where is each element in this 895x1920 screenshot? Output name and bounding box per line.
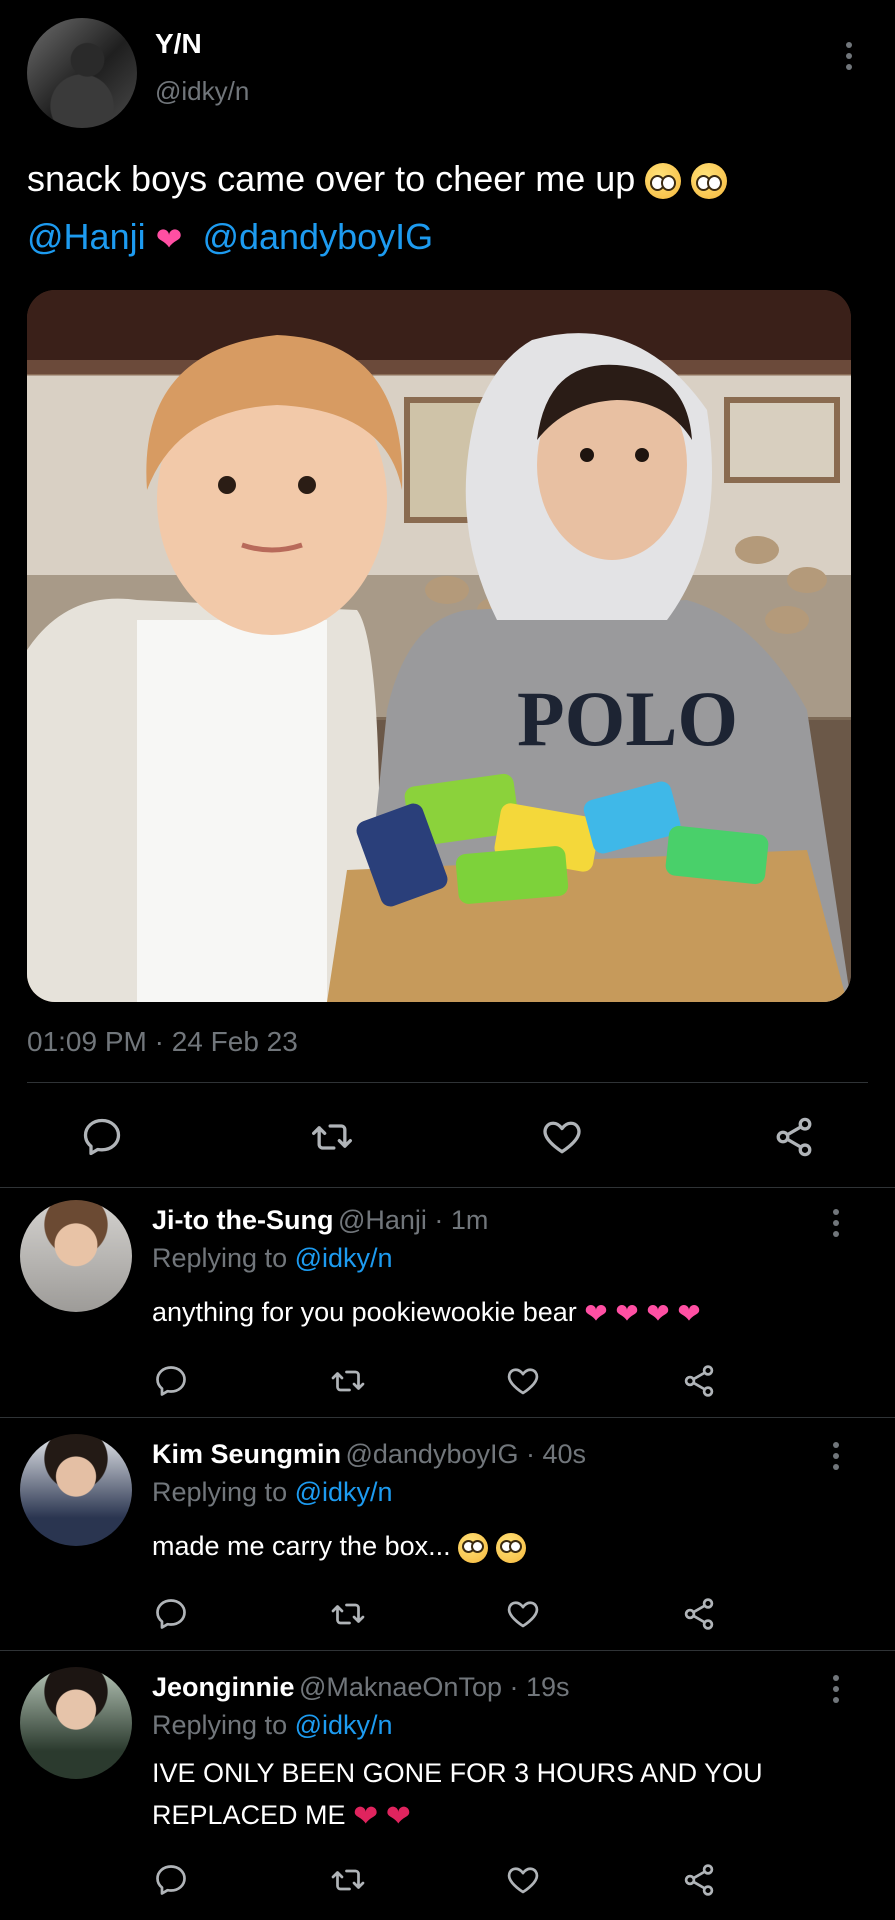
reply-body-line-2: REPLACED ME ❤ ❤ xyxy=(152,1794,763,1838)
replying-mention[interactable]: @idky/n xyxy=(295,1710,393,1740)
mention-dandyboyig[interactable]: @dandyboyIG xyxy=(202,216,433,257)
heart-icon xyxy=(540,1115,584,1159)
reply-button[interactable] xyxy=(150,1859,192,1901)
retweet-icon xyxy=(330,1862,366,1898)
share-button[interactable] xyxy=(678,1859,720,1901)
retweet-icon xyxy=(330,1363,366,1399)
pink-heart-icon: ❤ xyxy=(615,1297,639,1329)
retweet-button[interactable] xyxy=(327,1360,369,1402)
pink-heart-icon: ❤ xyxy=(584,1297,608,1329)
like-button[interactable] xyxy=(502,1859,544,1901)
tweet-photo[interactable]: POLO xyxy=(27,290,851,1002)
divider xyxy=(0,1417,895,1418)
retweet-button[interactable] xyxy=(327,1859,369,1901)
reply-text: IVE ONLY BEEN GONE FOR 3 HOURS AND YOU R… xyxy=(152,1752,763,1838)
replying-label: Replying to xyxy=(152,1477,288,1507)
reply-author-name[interactable]: Ji-to the-Sung xyxy=(152,1205,333,1235)
replying-label: Replying to xyxy=(152,1243,288,1273)
divider xyxy=(0,1650,895,1651)
retweet-icon xyxy=(310,1115,354,1159)
reply-author-name[interactable]: Jeonginnie xyxy=(152,1672,295,1702)
tweet-body: snack boys came over to cheer me up xyxy=(27,158,636,199)
heart-icon xyxy=(505,1363,541,1399)
reply-header: Kim Seungmin @dandyboyIG · 40s xyxy=(152,1439,586,1470)
reply-author-handle[interactable]: @dandyboyIG · 40s xyxy=(345,1439,586,1469)
reply-header: Jeonginnie @MaknaeOnTop · 19s xyxy=(152,1672,570,1703)
broken-heart-icon: ❤ xyxy=(353,1799,379,1833)
more-dots-icon[interactable] xyxy=(846,42,854,70)
share-icon xyxy=(681,1862,717,1898)
reply-avatar[interactable] xyxy=(20,1434,132,1546)
pink-heart-icon: ❤ xyxy=(677,1297,701,1329)
tweet-mentions: @Hanji ❤ @dandyboyIG xyxy=(27,208,433,268)
comment-icon xyxy=(153,1363,189,1399)
share-button[interactable] xyxy=(678,1360,720,1402)
divider xyxy=(0,1187,895,1188)
share-icon xyxy=(772,1115,816,1159)
pink-heart-icon: ❤ xyxy=(646,1297,670,1329)
comment-icon xyxy=(153,1862,189,1898)
reply-author-handle[interactable]: @Hanji · 1m xyxy=(338,1205,488,1235)
broken-heart-icon: ❤ xyxy=(385,1799,411,1833)
reply-avatar[interactable] xyxy=(20,1200,132,1312)
replying-label: Replying to xyxy=(152,1710,288,1740)
share-icon xyxy=(681,1596,717,1632)
eye-roll-face-icon xyxy=(495,1532,526,1563)
author-name[interactable]: Y/N xyxy=(155,28,202,60)
comment-icon xyxy=(153,1596,189,1632)
author-handle[interactable]: @idky/n xyxy=(155,76,249,107)
more-dots-icon[interactable] xyxy=(833,1442,841,1470)
more-dots-icon[interactable] xyxy=(833,1209,841,1237)
reply-button[interactable] xyxy=(78,1113,126,1161)
author-avatar[interactable] xyxy=(27,18,137,128)
tweet-timestamp: 01:09 PM · 24 Feb 23 xyxy=(27,1026,298,1057)
pleading-face-icon xyxy=(691,163,728,200)
like-button[interactable] xyxy=(502,1593,544,1635)
mention-hanji[interactable]: @Hanji xyxy=(27,216,146,257)
reply-body-line-2-text: REPLACED ME xyxy=(152,1800,346,1830)
eye-roll-face-icon xyxy=(458,1532,489,1563)
retweet-icon xyxy=(330,1596,366,1632)
reply-text: anything for you pookiewookie bear ❤ ❤ ❤… xyxy=(152,1291,701,1335)
retweet-button[interactable] xyxy=(327,1593,369,1635)
reply-author-name[interactable]: Kim Seungmin xyxy=(152,1439,341,1469)
replying-to: Replying to @idky/n xyxy=(152,1477,393,1508)
reply-header: Ji-to the-Sung @Hanji · 1m xyxy=(152,1205,488,1236)
share-icon xyxy=(681,1363,717,1399)
reply-text: made me carry the box... xyxy=(152,1525,526,1567)
pink-heart-icon: ❤ xyxy=(155,221,183,258)
like-button[interactable] xyxy=(502,1360,544,1402)
retweet-button[interactable] xyxy=(308,1113,356,1161)
heart-icon xyxy=(505,1596,541,1632)
share-button[interactable] xyxy=(770,1113,818,1161)
photo-illustration: POLO xyxy=(27,290,851,1002)
replying-mention[interactable]: @idky/n xyxy=(295,1477,393,1507)
reply-body-line-1: IVE ONLY BEEN GONE FOR 3 HOURS AND YOU xyxy=(152,1758,763,1788)
more-dots-icon[interactable] xyxy=(833,1675,841,1703)
reply-button[interactable] xyxy=(150,1593,192,1635)
reply-author-handle[interactable]: @MaknaeOnTop · 19s xyxy=(299,1672,570,1702)
divider xyxy=(27,1082,868,1083)
share-button[interactable] xyxy=(678,1593,720,1635)
pleading-face-icon xyxy=(645,163,682,200)
tweet-text: snack boys came over to cheer me up xyxy=(27,150,728,208)
replying-mention[interactable]: @idky/n xyxy=(295,1243,393,1273)
reply-body: made me carry the box... xyxy=(152,1531,451,1561)
like-button[interactable] xyxy=(538,1113,586,1161)
reply-body: anything for you pookiewookie bear xyxy=(152,1297,577,1327)
heart-icon xyxy=(505,1862,541,1898)
reply-avatar[interactable] xyxy=(20,1667,132,1779)
svg-text:POLO: POLO xyxy=(517,675,738,762)
reply-button[interactable] xyxy=(150,1360,192,1402)
replying-to: Replying to @idky/n xyxy=(152,1243,393,1274)
comment-icon xyxy=(80,1115,124,1159)
replying-to: Replying to @idky/n xyxy=(152,1710,393,1741)
